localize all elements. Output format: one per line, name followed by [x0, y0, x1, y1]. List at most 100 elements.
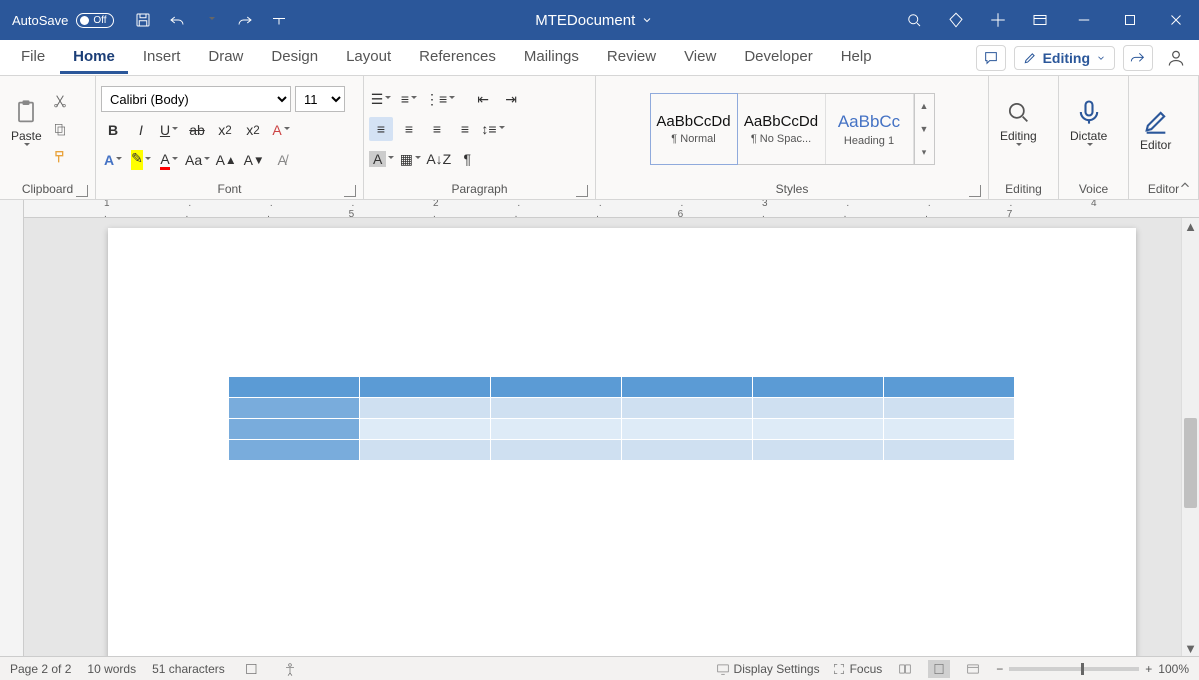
- paragraph-launcher[interactable]: [576, 185, 588, 197]
- borders-button[interactable]: ▦: [398, 147, 422, 171]
- align-left-button[interactable]: ≡: [369, 117, 393, 141]
- comments-button[interactable]: [976, 45, 1006, 71]
- document-table[interactable]: [228, 376, 1015, 461]
- undo-icon[interactable]: [160, 0, 194, 40]
- tab-layout[interactable]: Layout: [333, 42, 404, 74]
- minimize-button[interactable]: [1061, 11, 1107, 29]
- tab-developer[interactable]: Developer: [731, 42, 825, 74]
- maximize-button[interactable]: [1107, 11, 1153, 29]
- italic-button[interactable]: I: [129, 118, 153, 142]
- align-center-button[interactable]: ≡: [397, 117, 421, 141]
- vertical-scrollbar[interactable]: ▲ ▼: [1181, 218, 1199, 656]
- align-right-button[interactable]: ≡: [425, 117, 449, 141]
- zoom-out-button[interactable]: −: [996, 662, 1003, 676]
- line-spacing-button[interactable]: ↕≡: [481, 117, 505, 141]
- number-list-button[interactable]: ≡: [397, 87, 421, 111]
- chevron-down-icon[interactable]: [641, 14, 653, 26]
- sort-button[interactable]: A↓Z: [426, 147, 451, 171]
- tab-design[interactable]: Design: [258, 42, 331, 74]
- font-color-button[interactable]: A: [157, 148, 181, 172]
- justify-button[interactable]: ≡: [453, 117, 477, 141]
- shading-button[interactable]: A: [369, 147, 394, 171]
- tab-insert[interactable]: Insert: [130, 42, 194, 74]
- decrease-indent-button[interactable]: ⇤: [471, 87, 495, 111]
- account-icon[interactable]: [1161, 45, 1191, 71]
- multilevel-list-button[interactable]: ⋮≡: [425, 87, 455, 111]
- subscript-button[interactable]: x2: [213, 118, 237, 142]
- style-normal[interactable]: AaBbCcDd¶ Normal: [650, 93, 738, 165]
- close-button[interactable]: [1153, 11, 1199, 29]
- strikethrough-button[interactable]: ab: [185, 118, 209, 142]
- search-icon[interactable]: [893, 0, 935, 40]
- char-count[interactable]: 51 characters: [152, 662, 225, 676]
- ribbon-layout-icon[interactable]: [1019, 0, 1061, 40]
- text-effects-button[interactable]: A: [269, 118, 293, 142]
- focus-button[interactable]: Focus: [832, 662, 883, 676]
- clear-formatting-button[interactable]: A̸: [270, 148, 294, 172]
- collapse-ribbon-button[interactable]: [1178, 178, 1192, 195]
- web-layout-button[interactable]: [962, 660, 984, 678]
- font-launcher[interactable]: [344, 185, 356, 197]
- tab-mailings[interactable]: Mailings: [511, 42, 592, 74]
- read-mode-button[interactable]: [894, 660, 916, 678]
- display-settings-button[interactable]: Display Settings: [716, 662, 820, 676]
- scroll-up-icon[interactable]: ▲: [1182, 218, 1199, 234]
- change-case-button[interactable]: Aa: [185, 148, 210, 172]
- superscript-button[interactable]: x2: [241, 118, 265, 142]
- diamond-icon[interactable]: [935, 0, 977, 40]
- text-fill-button[interactable]: A: [101, 148, 125, 172]
- format-painter-icon[interactable]: [48, 145, 72, 169]
- save-icon[interactable]: [126, 0, 160, 40]
- font-size-combo[interactable]: 11: [295, 86, 345, 112]
- document-page[interactable]: [108, 228, 1136, 656]
- qat-customize-icon[interactable]: [262, 0, 296, 40]
- print-layout-button[interactable]: [928, 660, 950, 678]
- paste-button[interactable]: Paste: [5, 96, 48, 162]
- editing-mode-button[interactable]: Editing: [1014, 46, 1115, 70]
- zoom-level[interactable]: 100%: [1158, 662, 1189, 676]
- tab-review[interactable]: Review: [594, 42, 669, 74]
- zoom-in-button[interactable]: +: [1145, 662, 1152, 676]
- gallery-more[interactable]: ▾: [915, 141, 934, 164]
- gallery-down[interactable]: ▼: [915, 117, 934, 140]
- sparkle-icon[interactable]: [977, 0, 1019, 40]
- autosave-control[interactable]: AutoSave Off: [0, 13, 126, 28]
- copy-icon[interactable]: [48, 117, 72, 141]
- accessibility-icon[interactable]: [279, 660, 301, 678]
- editor-button[interactable]: Editor: [1134, 105, 1177, 154]
- tab-home[interactable]: Home: [60, 42, 128, 74]
- style-heading1[interactable]: AaBbCcHeading 1: [826, 94, 914, 164]
- grow-font-button[interactable]: A▲: [214, 148, 238, 172]
- share-button[interactable]: [1123, 45, 1153, 71]
- highlight-button[interactable]: ✎: [129, 148, 153, 172]
- bullet-list-button[interactable]: ☰: [369, 87, 393, 111]
- tab-references[interactable]: References: [406, 42, 509, 74]
- underline-button[interactable]: U: [157, 118, 181, 142]
- cut-icon[interactable]: [48, 89, 72, 113]
- font-family-combo[interactable]: Calibri (Body): [101, 86, 291, 112]
- zoom-slider[interactable]: [1009, 667, 1139, 671]
- spellcheck-icon[interactable]: [241, 660, 263, 678]
- shrink-font-button[interactable]: A▼: [242, 148, 266, 172]
- bold-button[interactable]: B: [101, 118, 125, 142]
- tab-file[interactable]: File: [8, 42, 58, 74]
- dictate-button[interactable]: Dictate: [1064, 96, 1113, 162]
- tab-draw[interactable]: Draw: [195, 42, 256, 74]
- page-status[interactable]: Page 2 of 2: [10, 662, 71, 676]
- tab-help[interactable]: Help: [828, 42, 885, 74]
- scroll-down-icon[interactable]: ▼: [1182, 640, 1199, 656]
- redo-icon[interactable]: [228, 0, 262, 40]
- gallery-up[interactable]: ▲: [915, 94, 934, 117]
- show-marks-button[interactable]: ¶: [455, 147, 479, 171]
- word-count[interactable]: 10 words: [87, 662, 136, 676]
- editing-button[interactable]: Editing: [994, 96, 1043, 162]
- styles-launcher[interactable]: [969, 185, 981, 197]
- undo-dropdown[interactable]: [194, 0, 228, 40]
- style-nospacing[interactable]: AaBbCcDd¶ No Spac...: [738, 94, 826, 164]
- tab-view[interactable]: View: [671, 42, 729, 74]
- increase-indent-button[interactable]: ⇥: [499, 87, 523, 111]
- clipboard-launcher[interactable]: [76, 185, 88, 197]
- styles-gallery[interactable]: AaBbCcDd¶ Normal AaBbCcDd¶ No Spac... Aa…: [650, 93, 935, 165]
- autosave-switch[interactable]: Off: [76, 13, 113, 28]
- scroll-thumb[interactable]: [1184, 418, 1197, 508]
